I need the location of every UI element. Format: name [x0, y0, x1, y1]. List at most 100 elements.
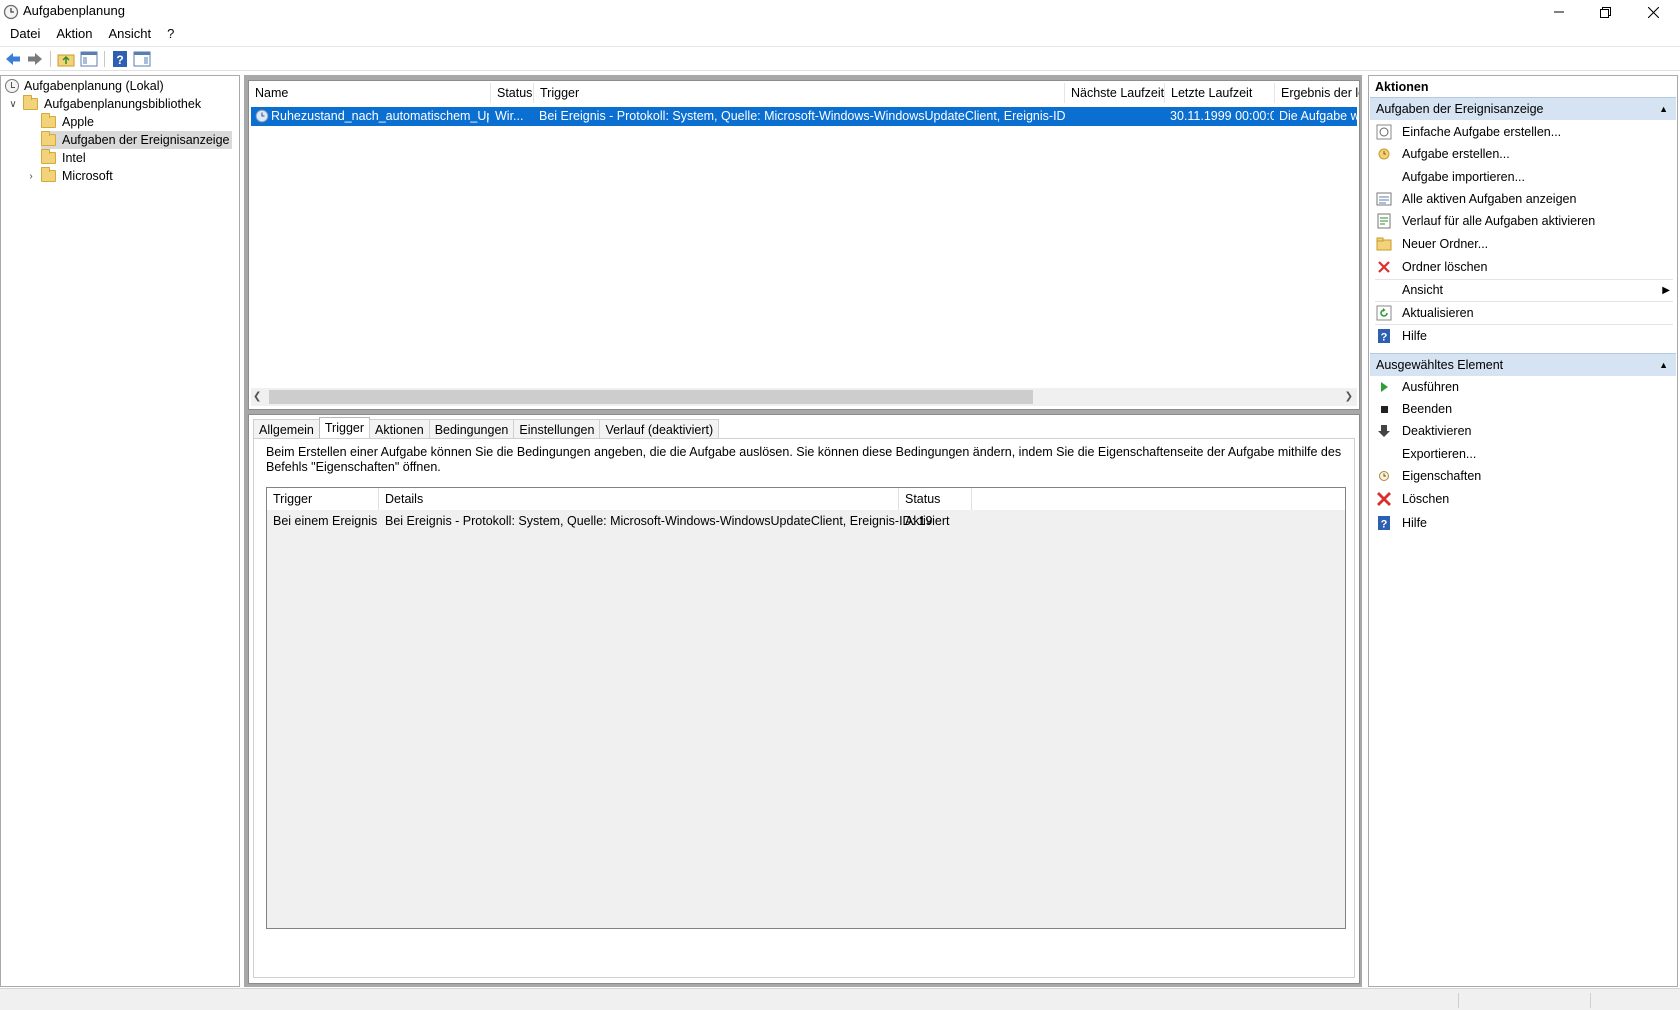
- tab-trigger[interactable]: Trigger: [318, 417, 371, 440]
- column-header-name[interactable]: Name: [249, 83, 491, 103]
- create-task-icon: [1376, 146, 1392, 162]
- show-hide-action-pane-icon[interactable]: [133, 50, 151, 68]
- folder-icon: [41, 131, 56, 146]
- menu-bar: Datei Aktion Ansicht ?: [0, 26, 1680, 45]
- actions-pane: Aktionen Aufgaben der Ereignisanzeige ▲ …: [1368, 75, 1678, 987]
- column-header-status[interactable]: Status: [899, 488, 972, 510]
- action-create-task[interactable]: Aufgabe erstellen...: [1370, 143, 1676, 165]
- tree-folder-label: Microsoft: [62, 169, 113, 183]
- detail-tabs: Allgemein Trigger Aktionen Bedingungen E…: [253, 417, 720, 440]
- action-show-running-tasks[interactable]: Alle aktiven Aufgaben anzeigen: [1370, 188, 1676, 210]
- tab-content: Beim Erstellen einer Aufgabe können Sie …: [253, 438, 1355, 978]
- minimize-button[interactable]: [1536, 0, 1582, 24]
- table-row[interactable]: Ruhezustand_nach_automatischem_Up... Wir…: [251, 107, 1357, 126]
- tab-einstellungen[interactable]: Einstellungen: [513, 419, 601, 439]
- horizontal-scrollbar[interactable]: ❮ ❯: [251, 388, 1357, 406]
- action-export[interactable]: Exportieren...: [1370, 443, 1676, 465]
- menu-aktion[interactable]: Aktion: [56, 26, 92, 45]
- tab-aktionen[interactable]: Aktionen: [369, 419, 430, 439]
- column-header-trigger[interactable]: Trigger: [267, 488, 379, 510]
- action-import-task[interactable]: Aufgabe importieren...: [1370, 166, 1676, 188]
- tree-folder-microsoft[interactable]: › Microsoft: [25, 167, 113, 185]
- scroll-left-icon[interactable]: ❮: [253, 391, 261, 402]
- action-properties[interactable]: Eigenschaften: [1370, 465, 1676, 487]
- task-scheduler-clock-icon: [5, 79, 19, 93]
- basic-task-wizard-icon: [1376, 124, 1392, 140]
- tab-verlauf[interactable]: Verlauf (deaktiviert): [599, 419, 720, 439]
- tree-library[interactable]: ∨ Aufgabenplanungsbibliothek: [7, 95, 201, 113]
- blank-icon: [1376, 282, 1392, 298]
- section-title: Ausgewähltes Element: [1376, 358, 1504, 372]
- restore-button[interactable]: [1582, 0, 1628, 24]
- menu-datei[interactable]: Datei: [10, 26, 40, 45]
- tab-bedingungen[interactable]: Bedingungen: [428, 419, 515, 439]
- action-create-basic-task[interactable]: Einfache Aufgabe erstellen...: [1370, 121, 1676, 143]
- svg-text:?: ?: [1381, 332, 1388, 344]
- new-folder-icon: [1376, 236, 1392, 252]
- tree-root[interactable]: Aufgabenplanung (Lokal): [5, 77, 164, 95]
- task-trigger: Bei Ereignis - Protokoll: System, Quelle…: [539, 109, 1065, 123]
- trigger-type: Bei einem Ereignis: [273, 514, 378, 528]
- svg-text:?: ?: [116, 53, 123, 67]
- menu-ansicht[interactable]: Ansicht: [109, 26, 152, 45]
- column-header-last-run[interactable]: Letzte Laufzeit: [1165, 83, 1275, 103]
- close-button[interactable]: [1630, 0, 1676, 24]
- section-header-ereignisanzeige[interactable]: Aufgaben der Ereignisanzeige ▲: [1370, 97, 1676, 120]
- column-header-status[interactable]: Status: [491, 83, 534, 103]
- properties-clock-icon: [1376, 468, 1392, 484]
- tree-folder-intel[interactable]: Intel: [41, 149, 86, 167]
- column-header-next-run[interactable]: Nächste Laufzeit: [1065, 83, 1165, 103]
- running-tasks-list-icon: [1376, 191, 1392, 207]
- folder-icon: [41, 113, 56, 128]
- back-arrow-icon[interactable]: [4, 50, 22, 68]
- forward-arrow-icon[interactable]: [26, 50, 44, 68]
- help-icon[interactable]: ?: [111, 50, 129, 68]
- blank-icon: [1376, 169, 1392, 185]
- menu-help[interactable]: ?: [167, 26, 174, 45]
- action-run[interactable]: Ausführen: [1370, 376, 1676, 398]
- chevron-right-icon[interactable]: ›: [25, 171, 37, 182]
- actions-title: Aktionen: [1375, 80, 1429, 94]
- status-bar: [0, 988, 1680, 1010]
- run-play-icon: [1376, 379, 1392, 395]
- folder-icon: [41, 149, 56, 164]
- section-header-selected-item[interactable]: Ausgewähltes Element ▲: [1370, 353, 1676, 376]
- action-refresh[interactable]: Aktualisieren: [1370, 302, 1676, 324]
- action-disable[interactable]: Deaktivieren: [1370, 420, 1676, 442]
- column-header-result[interactable]: Ergebnis der let: [1275, 83, 1359, 103]
- help-icon: ?: [1376, 515, 1392, 531]
- action-delete[interactable]: Löschen: [1370, 488, 1676, 510]
- tree-folder-apple[interactable]: Apple: [41, 113, 94, 131]
- up-folder-icon[interactable]: [57, 50, 75, 68]
- action-end[interactable]: Beenden: [1370, 398, 1676, 420]
- tree-folder-ereignisanzeige[interactable]: Aufgaben der Ereignisanzeige: [41, 131, 233, 149]
- folder-icon: [41, 167, 56, 182]
- column-header-trigger[interactable]: Trigger: [534, 83, 1065, 103]
- scroll-right-icon[interactable]: ❯: [1345, 391, 1353, 402]
- collapse-caret-icon[interactable]: ▲: [1659, 360, 1668, 370]
- toolbar: ?: [0, 46, 1680, 71]
- column-header-details[interactable]: Details: [379, 488, 899, 510]
- trigger-details: Bei Ereignis - Protokoll: System, Quelle…: [385, 514, 933, 528]
- action-enable-history[interactable]: Verlauf für alle Aufgaben aktivieren: [1370, 210, 1676, 232]
- scrollbar-thumb[interactable]: [269, 390, 1033, 404]
- detail-pane: Allgemein Trigger Aktionen Bedingungen E…: [248, 414, 1360, 984]
- chevron-down-icon[interactable]: ∨: [7, 99, 19, 110]
- show-hide-console-tree-icon[interactable]: [80, 50, 98, 68]
- tree-folder-label: Intel: [62, 151, 86, 165]
- history-icon: [1376, 213, 1392, 229]
- action-new-folder[interactable]: Neuer Ordner...: [1370, 233, 1676, 255]
- task-scheduler-clock-icon: [3, 4, 19, 20]
- disable-down-arrow-icon: [1376, 423, 1392, 439]
- task-result: Die Aufgabe wu: [1279, 109, 1357, 123]
- action-help-selected[interactable]: ? Hilfe: [1370, 512, 1676, 534]
- action-delete-folder[interactable]: Ordner löschen: [1370, 256, 1676, 278]
- tab-allgemein[interactable]: Allgemein: [253, 419, 320, 439]
- trigger-description: Beim Erstellen einer Aufgabe können Sie …: [266, 445, 1342, 474]
- title-bar: Aufgabenplanung: [0, 0, 1680, 24]
- console-tree: Aufgabenplanung (Lokal) ∨ Aufgabenplanun…: [0, 75, 240, 987]
- action-view[interactable]: Ansicht ▶: [1370, 279, 1676, 301]
- task-status: Wir...: [495, 109, 524, 123]
- collapse-caret-icon[interactable]: ▲: [1659, 104, 1668, 114]
- action-help[interactable]: ? Hilfe: [1370, 325, 1676, 347]
